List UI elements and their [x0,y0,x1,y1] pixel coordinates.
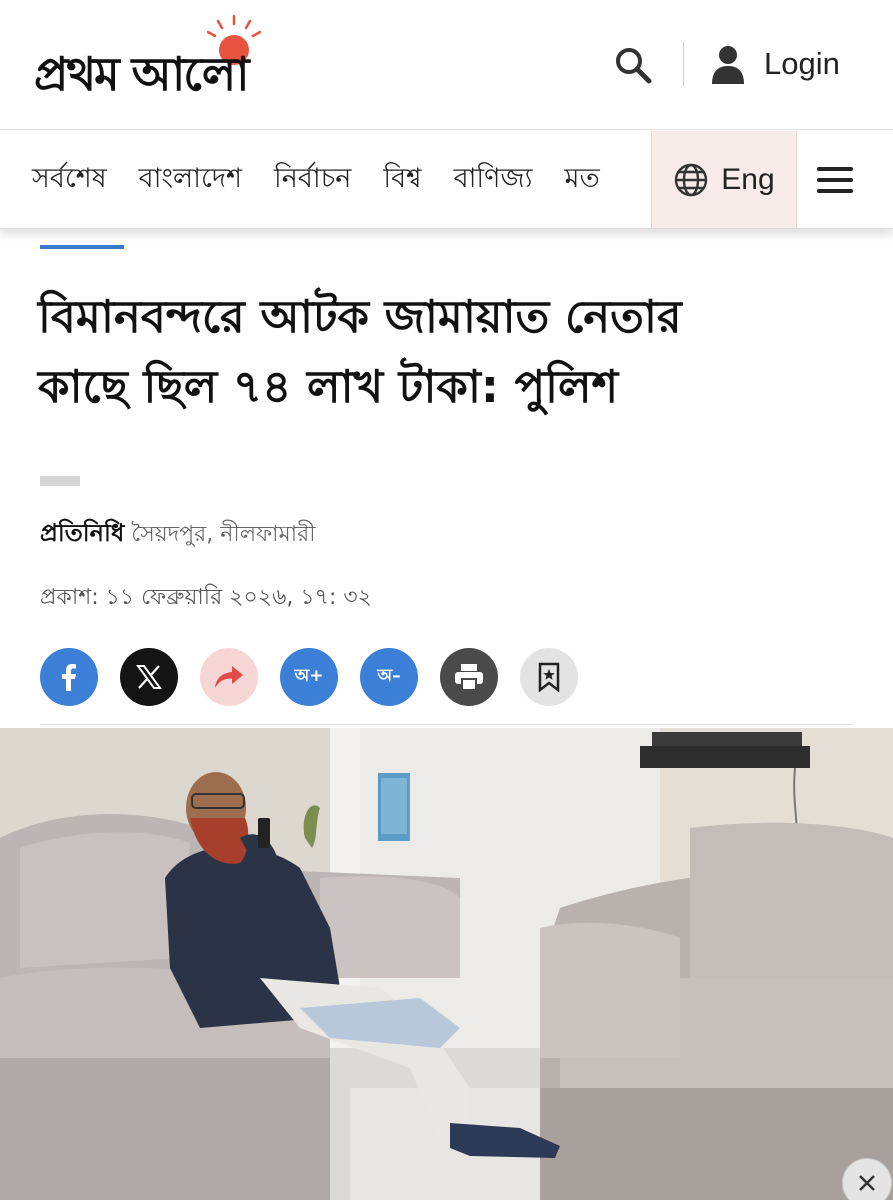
hamburger-menu-button[interactable] [808,155,862,205]
x-share-button[interactable] [120,648,178,706]
share-button[interactable] [200,648,258,706]
print-icon [455,664,483,691]
close-ad-button[interactable] [842,1158,892,1200]
byline: প্রতিনিধি সৈয়দপুর, নীলফামারী [40,515,316,555]
content-divider [40,724,852,725]
nav-item-latest[interactable]: সর্বশেষ [32,158,107,203]
byline-author[interactable]: প্রতিনিধি [40,519,124,547]
font-increase-button[interactable]: অ+ [280,648,338,706]
language-label: Eng [721,163,775,196]
bookmark-button[interactable] [520,648,578,706]
hamburger-menu-icon-line [817,189,853,193]
login-button[interactable]: Login [710,36,840,92]
article-headline: বিমানবন্দরে আটক জামায়াত নেতার কাছে ছিল … [38,282,858,422]
language-toggle-button[interactable]: Eng [651,131,797,228]
category-nav: সর্বশেষ বাংলাদেশ নির্বাচন বিশ্ব বাণিজ্য … [0,131,893,229]
globe-icon [675,163,708,197]
close-icon [859,1175,875,1191]
share-toolbar: অ+ অ– [40,648,578,708]
share-forward-icon [215,666,243,688]
logo-text: প্রথম আলো [34,47,249,101]
headline-line-1: বিমানবন্দরে আটক জামায়াত নেতার [38,290,682,343]
nav-item-bangladesh[interactable]: বাংলাদেশ [139,158,242,203]
article-photo-graphic [0,728,893,1200]
article-photo [0,728,893,1200]
print-button[interactable] [440,648,498,706]
bookmark-icon [538,662,560,692]
login-label: Login [764,46,840,81]
byline-location: সৈয়দপুর, নীলফামারী [131,522,316,547]
nav-item-opinion[interactable]: মত [564,158,599,203]
headline-line-2: কাছে ছিল ৭৪ লাখ টাকা: পুলিশ [38,359,619,413]
search-button[interactable] [608,40,658,90]
search-icon [616,48,652,84]
nav-item-world[interactable]: বিশ্ব [383,158,421,203]
hamburger-menu-icon [817,167,853,171]
user-icon [712,46,744,84]
divider-bar [40,476,80,486]
header-divider [683,42,684,86]
font-increase-icon: অ+ [294,666,324,686]
font-decrease-button[interactable]: অ– [360,648,418,706]
facebook-icon [62,664,76,691]
nav-items: সর্বশেষ বাংলাদেশ নির্বাচন বিশ্ব বাণিজ্য … [32,131,600,228]
section-accent-line [40,245,124,249]
x-icon [136,665,162,689]
facebook-share-button[interactable] [40,648,98,706]
hamburger-menu-icon-line [817,178,853,182]
site-header: প্রথম আলো Login [0,0,893,130]
nav-item-business[interactable]: বাণিজ্য [454,158,533,203]
site-logo[interactable]: প্রথম আলো [34,14,394,104]
publish-date: প্রকাশ: ১১ ফেব্রুয়ারি ২০২৬, ১৭: ৩২ [40,585,372,610]
nav-item-election[interactable]: নির্বাচন [274,158,351,203]
font-decrease-icon: অ– [377,666,401,686]
